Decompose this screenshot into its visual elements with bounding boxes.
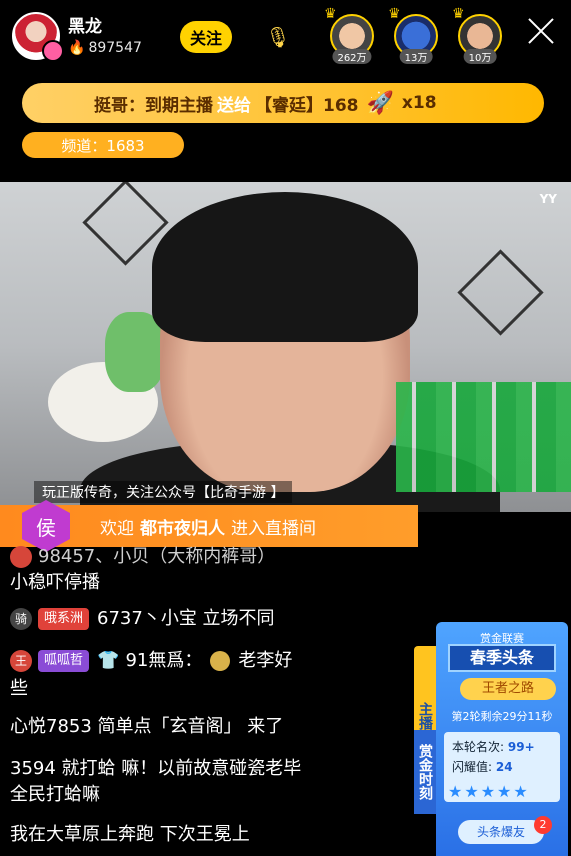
shelf-decoration	[457, 249, 544, 336]
viewer-count-2: 13万	[399, 49, 433, 64]
gift-action: 送给	[217, 95, 251, 116]
chat-line: 骑哦系洲 6737丶小宝 立场不同	[10, 604, 275, 630]
promo-overlay: 玩正版传奇，关注公众号【比奇手游 】	[34, 481, 293, 503]
mic-link-icon[interactable]: 🎙	[258, 22, 298, 52]
level-badge: 王	[10, 650, 32, 672]
gift-banner: 挺哥：到期主播 送给 【睿廷】168 🚀 x18	[22, 83, 544, 123]
welcome-prefix: 欢迎	[100, 518, 134, 539]
crown-icon: ♛	[452, 6, 465, 22]
blurred-region	[396, 382, 571, 492]
fan-tag: 哦系洲	[38, 608, 90, 630]
rocket-gift-icon: 🚀	[366, 90, 394, 116]
rank-value: 99+	[507, 740, 535, 754]
flame-icon: 🔥	[68, 40, 86, 56]
live-badge-icon	[42, 40, 64, 62]
chat-line: 些	[10, 678, 28, 699]
gift-quantity: x18	[401, 93, 437, 113]
star-rating-icon: ★★★★★	[448, 782, 530, 801]
chat-text: 老李好	[238, 650, 293, 671]
gift-receiver: 【睿廷】168	[255, 95, 359, 116]
welcome-user[interactable]: 都市夜归人	[140, 514, 225, 539]
channel-pill[interactable]: 频道：1683	[22, 132, 184, 158]
headline-friends-button[interactable]: 头条爆友	[458, 820, 544, 844]
fans-value: 897547	[88, 40, 142, 56]
chat-text: 6737丶小宝 立场不同	[97, 608, 275, 629]
gift-sender: 挺哥：到期主播	[94, 95, 213, 116]
chat-line: 我在大草原上奔跑 下次王冕上	[10, 824, 250, 845]
panel-brand: 春季头条	[448, 644, 556, 672]
chat-line: 小稳吓停播	[10, 572, 100, 593]
crown-icon: ♛	[388, 6, 401, 22]
tab-bounty-time[interactable]: 赏金时刻	[414, 730, 436, 814]
viewer-avatar-3[interactable]: ♛ 10万	[452, 6, 502, 64]
emoji-icon	[210, 651, 231, 671]
notification-badge: 2	[534, 816, 552, 834]
fan-tag: 呱呱哲	[38, 650, 90, 672]
crown-icon: ♛	[324, 6, 337, 22]
level-badge: 骑	[10, 608, 32, 630]
live-video[interactable]: YY	[0, 182, 571, 512]
welcome-suffix: 进入直播间	[231, 518, 316, 539]
viewer-count-3: 10万	[463, 49, 497, 64]
viewer-avatar-2[interactable]: ♛ 13万	[388, 6, 438, 64]
host-name[interactable]: 黑龙	[68, 12, 102, 37]
bounty-league-panel[interactable]: 赏金联赛 春季头条 王者之路 第2轮剩余29分11秒 本轮名次: 99+ 闪耀值…	[436, 622, 568, 856]
level-icon	[10, 546, 32, 568]
shine-value: 24	[495, 760, 513, 774]
chat-user[interactable]: 91無爲：	[125, 650, 202, 671]
host-fans-count: 🔥 897547	[68, 40, 142, 56]
chat-line: 98457、小贝（大称内裤哥）	[10, 542, 275, 568]
close-icon[interactable]	[524, 14, 558, 48]
shirt-icon: 👕	[97, 650, 120, 671]
follow-button[interactable]: 关注	[180, 21, 232, 53]
chat-line: 心悦7853 简单点「玄音阁」 来了	[10, 716, 284, 737]
viewer-count-1: 262万	[332, 49, 372, 64]
yy-logo: YY	[539, 192, 557, 206]
chat-line: 全民打蛤嘛	[10, 784, 100, 805]
viewer-avatar-1[interactable]: ♛ 262万	[324, 6, 374, 64]
rank-label: 本轮名次:	[452, 740, 505, 754]
shine-label: 闪耀值:	[452, 760, 493, 774]
streamer-hair	[152, 192, 418, 342]
round-timer: 第2轮剩余29分11秒	[451, 710, 553, 723]
king-road-badge: 王者之路	[460, 678, 556, 700]
host-avatar[interactable]	[12, 12, 64, 62]
chat-line: 王呱呱哲 👕 91無爲： 老李好	[10, 646, 292, 672]
chat-line: 3594 就打蛤 嘛！以前故意碰瓷老毕	[10, 758, 302, 779]
chat-text: 98457、小贝（大称内裤哥）	[38, 546, 276, 567]
